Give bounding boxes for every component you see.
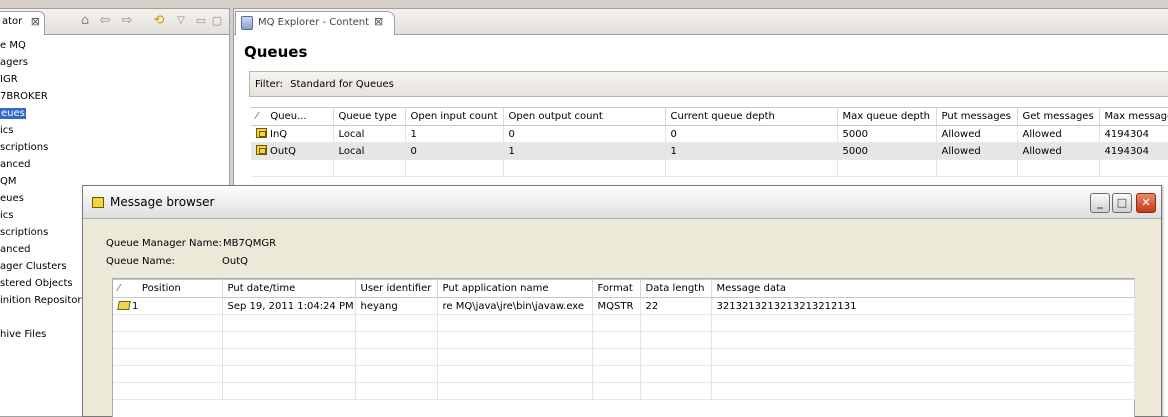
tree-item-advanced[interactable]: anced [0,156,229,173]
queue-manager-label: Queue Manager Name: [106,238,222,249]
column-header-data-length[interactable]: Data length [640,279,712,298]
table-cell: Sep 19, 2011 1:04:24 PM [222,297,356,315]
filter-label: Filter: [255,79,283,90]
table-cell: heyang [355,297,438,315]
table-cell: 1 [665,142,838,160]
table-cell: 4194304 [1099,125,1168,143]
queue-name-label: Queue Name: [106,256,175,267]
close-icon[interactable]: ⊠ [31,15,40,28]
table-cell: 0 [503,125,666,143]
table-header-row: ⁄ Queu... Queue type Open input count Op… [251,107,1168,126]
filter-value[interactable]: Standard for Queues [290,79,394,90]
dialog-titlebar[interactable]: Message browser _ □ ✕ [83,186,1161,219]
column-header-put-date-time[interactable]: Put date/time [222,279,356,298]
table-cell: 4194304 [1099,142,1168,160]
column-header-open-input-count[interactable]: Open input count [405,107,504,126]
queue-icon [256,128,267,138]
empty-table-row [113,365,1135,383]
position-cell[interactable]: 1 [113,297,223,315]
column-header-max-queue-depth[interactable]: Max queue depth [837,107,937,126]
message-table: ⁄ Position Put date/time User identifier… [113,279,1135,400]
queue-table: ⁄ Queu... Queue type Open input count Op… [251,107,1168,177]
tree-item-broker[interactable]: 7BROKER [0,88,229,105]
column-header-position[interactable]: ⁄ Position [113,279,223,298]
message-icon [117,300,131,310]
table-cell: Local [333,125,406,143]
maximize-icon[interactable]: ▢ [208,12,226,30]
home-icon[interactable]: ⌂ [76,12,94,30]
empty-table-row [113,348,1135,366]
table-cell: re MQ\java\jre\bin\javaw.exe [437,297,593,315]
queue-manager-info: Queue Manager Name: MB7QMGR [106,238,276,249]
tree-item-topics[interactable]: ics [0,122,229,139]
close-button[interactable]: ✕ [1136,193,1156,213]
table-cell: Allowed [936,142,1018,160]
queue-name-cell[interactable]: OutQ [251,142,334,160]
empty-table-row [113,382,1135,400]
column-header-queue-type[interactable]: Queue type [333,107,406,126]
navigator-tab-label: ator [2,16,23,27]
page-title: Queues [244,43,308,61]
content-tab-label: MQ Explorer - Content [258,17,370,28]
table-cell: 1 [503,142,666,160]
close-icon[interactable]: ⊠ [374,15,383,28]
queue-name-info: Queue Name: OutQ [106,256,248,267]
table-cell: 22 [640,297,712,315]
table-cell: 0 [665,125,838,143]
table-cell: Allowed [1017,142,1100,160]
filter-bar[interactable]: Filter: Standard for Queues [249,71,1168,97]
table-cell: 5000 [837,125,937,143]
table-row[interactable]: OutQ Local 0 1 1 5000 Allowed Allowed 41… [251,142,1168,160]
tree-item-ibm-mq[interactable]: e MQ [0,37,229,54]
navigator-tabbar: ator ⊠ ⌂ ⇦ ⇨ ⟲ ▽ ▭ ▢ [0,9,229,35]
tree-item-subscriptions[interactable]: scriptions [0,139,229,156]
column-header-queue-name[interactable]: ⁄ Queu... [251,107,334,126]
queue-icon [256,145,267,155]
forward-arrow-icon[interactable]: ⇨ [118,12,136,30]
column-header-current-queue-depth[interactable]: Current queue depth [665,107,838,126]
column-header-format[interactable]: Format [592,279,641,298]
column-header-put-messages[interactable]: Put messages [936,107,1018,126]
table-cell: 0 [405,142,504,160]
tree-item-qmgr[interactable]: IGR [0,71,229,88]
column-header-message-data[interactable]: Message data [711,279,1135,298]
mq-explorer-icon [241,16,253,30]
table-cell: 3213213213213213212131 [711,297,1135,315]
mq-explorer-content-tab[interactable]: MQ Explorer - Content ⊠ [235,11,395,35]
empty-table-row [113,314,1135,332]
column-header-max-message-length[interactable]: Max message [1099,107,1168,126]
table-cell: Allowed [1017,125,1100,143]
table-row[interactable]: 1 Sep 19, 2011 1:04:24 PM heyang re MQ\j… [113,297,1135,315]
column-header-open-output-count[interactable]: Open output count [503,107,666,126]
queue-icon [92,197,104,208]
table-cell: Allowed [936,125,1018,143]
table-cell: Local [333,142,406,160]
tree-item-queue-managers[interactable]: agers [0,54,229,71]
minimize-button[interactable]: _ [1090,193,1110,213]
table-row[interactable]: InQ Local 1 0 0 5000 Allowed Allowed 419… [251,125,1168,143]
sync-icon[interactable]: ⟲ [150,12,168,30]
queue-manager-value: MB7QMGR [223,238,277,249]
table-cell: MQSTR [592,297,641,315]
back-arrow-icon[interactable]: ⇦ [96,12,114,30]
table-cell: 1 [405,125,504,143]
empty-table-row [251,159,1168,177]
dialog-title: Message browser [110,195,215,209]
table-header-row: ⁄ Position Put date/time User identifier… [113,279,1135,298]
column-header-get-messages[interactable]: Get messages [1017,107,1100,126]
queue-name-cell[interactable]: InQ [251,125,334,143]
column-header-put-application-name[interactable]: Put application name [437,279,593,298]
navigator-tab[interactable]: ator ⊠ [0,11,45,35]
tree-item-queues[interactable]: eues [0,105,229,122]
column-header-user-identifier[interactable]: User identifier [355,279,438,298]
empty-table-row [113,331,1135,349]
view-menu-icon[interactable]: ▽ [172,12,190,30]
maximize-button[interactable]: □ [1112,193,1132,213]
queue-name-value: OutQ [222,256,249,267]
content-tabbar: MQ Explorer - Content ⊠ [234,9,1168,35]
message-browser-dialog: Message browser _ □ ✕ Queue Manager Name… [82,185,1162,417]
table-cell: 5000 [837,142,937,160]
